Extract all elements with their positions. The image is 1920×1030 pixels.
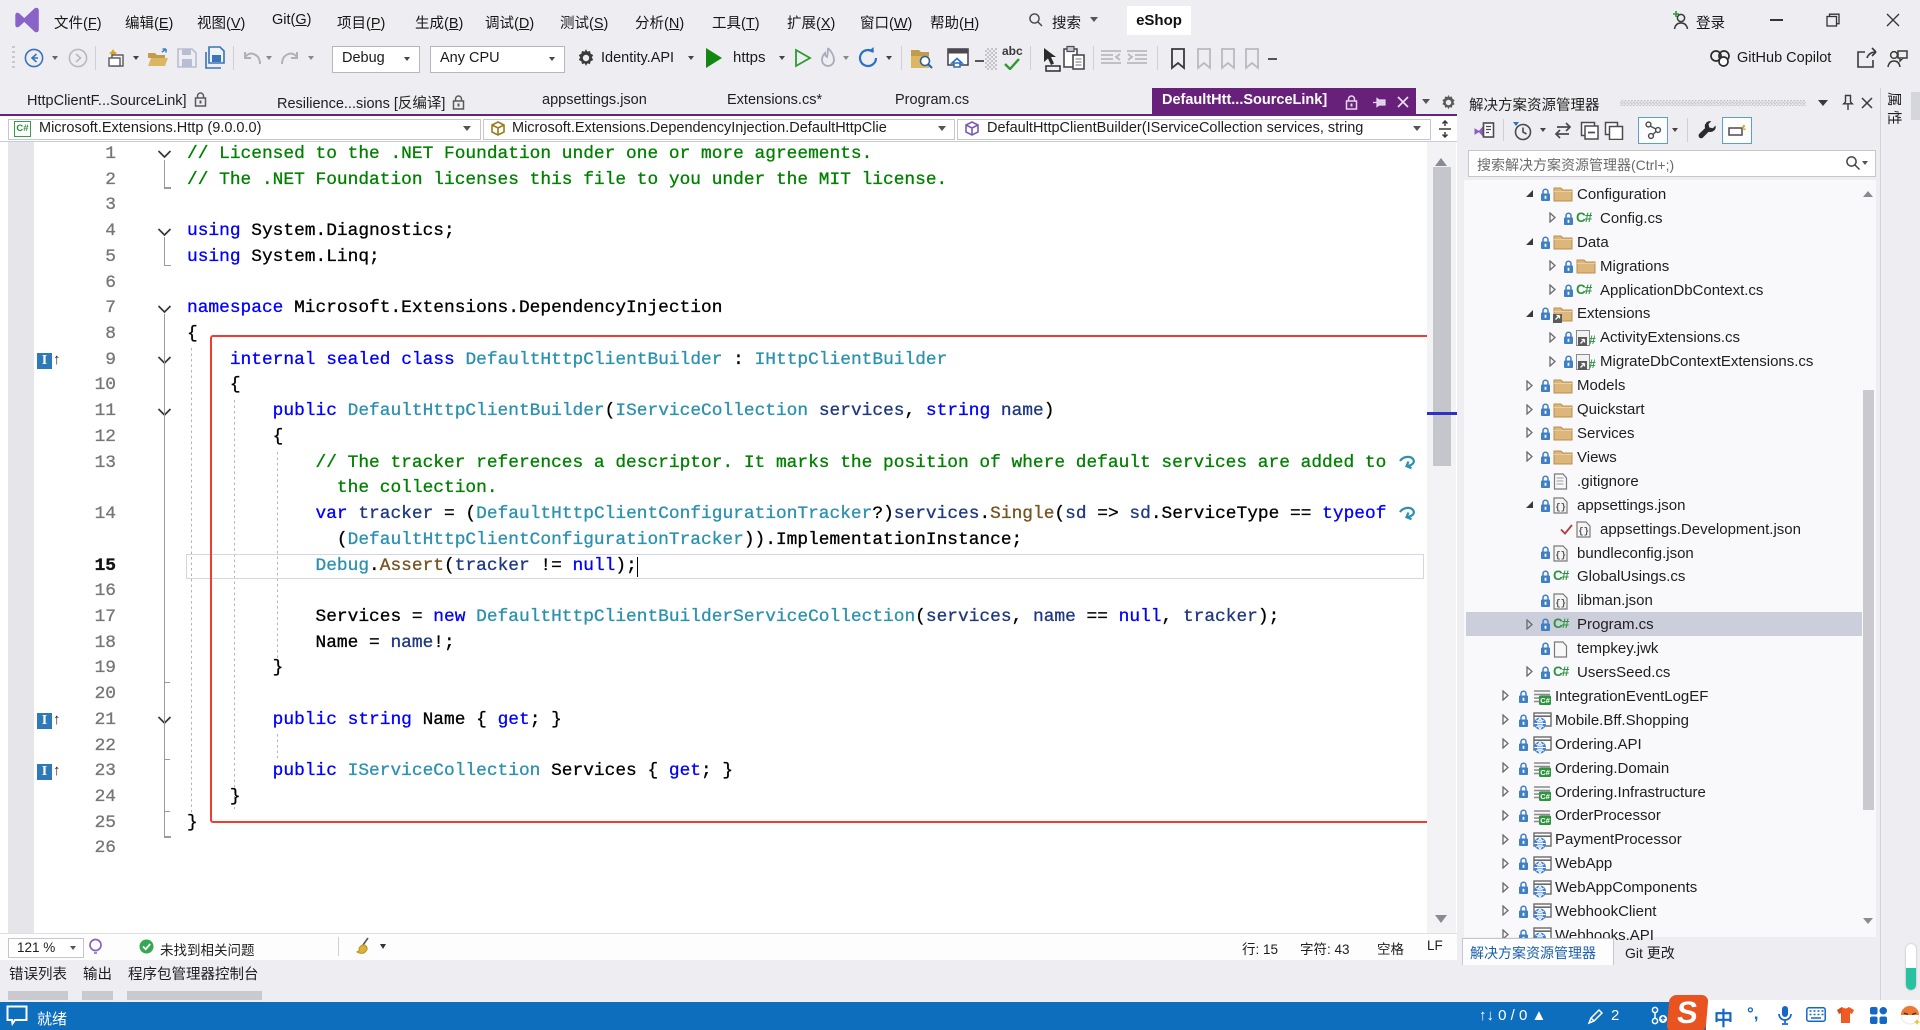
svg-text:#: # — [1589, 333, 1596, 347]
svg-text:C#: C# — [1540, 768, 1550, 777]
svg-text:{}: {} — [1555, 503, 1566, 513]
svg-text:C#: C# — [1540, 816, 1550, 825]
svg-text:{}: {} — [1555, 550, 1566, 560]
svg-text:C#: C# — [1540, 696, 1550, 705]
svg-text:C#: C# — [1540, 792, 1550, 801]
svg-text:{}: {} — [1578, 527, 1589, 537]
svg-text:{}: {} — [1555, 598, 1566, 608]
svg-text:#: # — [1589, 357, 1596, 371]
